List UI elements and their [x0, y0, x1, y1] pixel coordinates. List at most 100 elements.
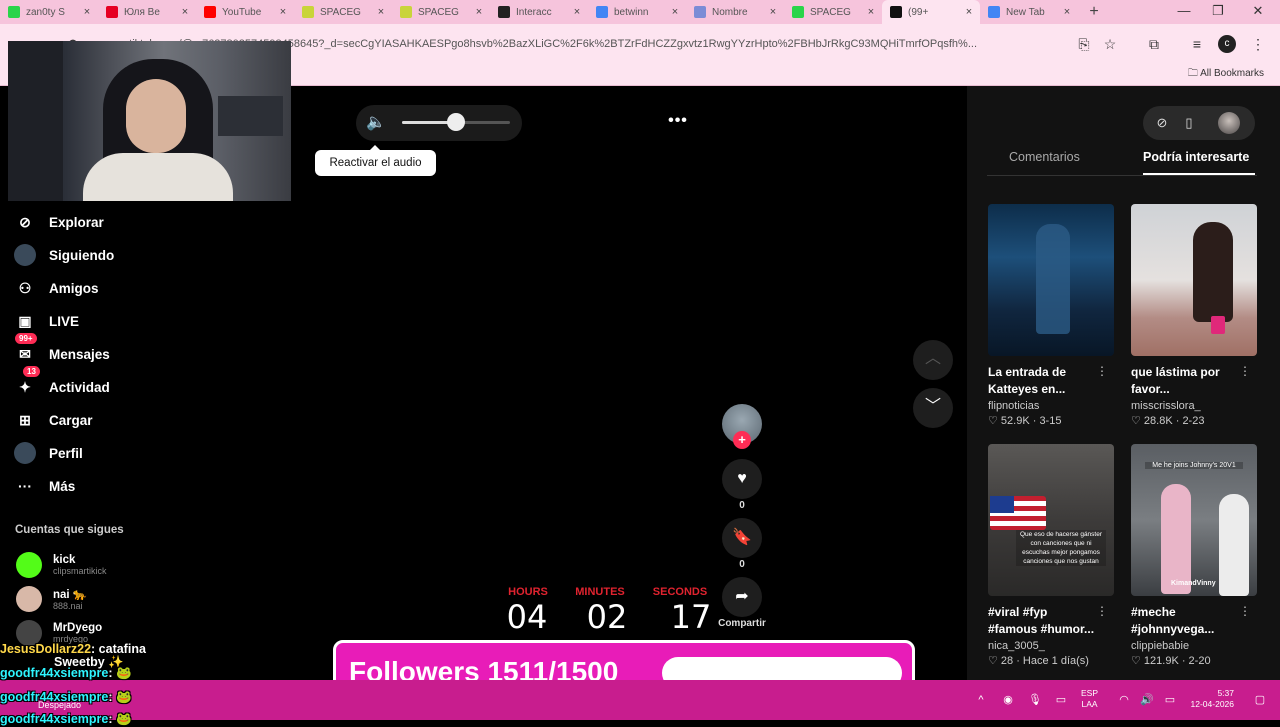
browser-tab[interactable]: Юля Ве ×: [98, 0, 196, 24]
browser-tab[interactable]: Interacc ×: [490, 0, 588, 24]
sidebar-item-perfil[interactable]: ● Perfil: [14, 440, 83, 466]
battery-icon[interactable]: ▭: [1162, 690, 1178, 710]
sidebar-item-cargar[interactable]: ⊞ Cargar: [14, 407, 92, 433]
browser-tab[interactable]: SPACEG ×: [392, 0, 490, 24]
language-indicator[interactable]: ESP LAA: [1081, 688, 1098, 710]
close-tab-icon[interactable]: ×: [668, 6, 682, 18]
browser-tab[interactable]: New Tab ×: [980, 0, 1078, 24]
close-tab-icon[interactable]: ×: [1060, 6, 1074, 18]
account-avatar: [16, 586, 42, 612]
video-card[interactable]: Me he joins Johnny's 20V1 KimandVinny #mec…: [1131, 444, 1257, 667]
video-thumbnail[interactable]: [988, 204, 1114, 356]
tray-app-icon[interactable]: ◉: [1000, 690, 1016, 710]
like-button[interactable]: ♥: [722, 459, 762, 499]
countdown-hours-label: HOURS: [508, 586, 548, 598]
install-app-icon[interactable]: ⎘: [1074, 34, 1094, 54]
volume-icon[interactable]: 🔈: [366, 112, 386, 132]
explore-icon[interactable]: ⊘: [1152, 113, 1172, 133]
tab-divider: [987, 175, 1257, 176]
browser-tab[interactable]: (99+ ×: [882, 0, 980, 24]
sidebar-item-ms[interactable]: ··· Más: [14, 473, 75, 499]
share-button[interactable]: ➦: [722, 577, 762, 617]
follow-plus-button[interactable]: +: [733, 431, 751, 449]
card-menu-icon[interactable]: ⋮: [1096, 604, 1108, 618]
webcam-overlay: [8, 41, 291, 201]
close-window-button[interactable]: ✕: [1240, 0, 1276, 24]
restore-button[interactable]: ❐: [1200, 0, 1236, 24]
profile-avatar-icon[interactable]: c: [1218, 35, 1236, 53]
video-thumbnail[interactable]: Que eso de hacerse gánster con canciones…: [988, 444, 1114, 596]
close-tab-icon[interactable]: ×: [178, 6, 192, 18]
countdown-seconds-label: SECONDS: [652, 586, 708, 598]
card-menu-icon[interactable]: ⋮: [1239, 364, 1251, 378]
close-tab-icon[interactable]: ×: [766, 6, 780, 18]
tab-favicon-icon: [596, 6, 608, 18]
tab-podria-interesarte[interactable]: Podría interesarte: [1143, 150, 1249, 170]
sidebar-item-label: Amigos: [49, 280, 99, 296]
sidebar-item-live[interactable]: ▣ LIVE: [14, 308, 79, 334]
save-count: 0: [739, 559, 745, 570]
sidebar-item-actividad[interactable]: ✦ Actividad 13: [14, 366, 110, 400]
followed-account[interactable]: kick clipsmartikick: [16, 550, 107, 580]
speaker-icon[interactable]: 🔊: [1139, 690, 1155, 710]
active-tab-indicator: [1143, 173, 1255, 175]
browser-menu-icon[interactable]: ⋮: [1248, 34, 1268, 54]
sidebar-item-amigos[interactable]: ⚇ Amigos: [14, 275, 99, 301]
browser-tab[interactable]: SPACEG ×: [294, 0, 392, 24]
browser-tab[interactable]: betwinn ×: [588, 0, 686, 24]
close-tab-icon[interactable]: ×: [472, 6, 486, 18]
user-avatar[interactable]: [1218, 112, 1240, 134]
chat-text: : 🐸: [108, 666, 132, 680]
microphone-icon[interactable]: 🎙: [1027, 690, 1043, 710]
volume-slider-knob[interactable]: [447, 113, 465, 131]
close-tab-icon[interactable]: ×: [864, 6, 878, 18]
video-thumbnail[interactable]: Me he joins Johnny's 20V1 KimandVinny: [1131, 444, 1257, 596]
taskbar-clock[interactable]: 5:37 12-04-2026: [1186, 688, 1234, 710]
tab-title: betwinn: [614, 6, 649, 18]
browser-tab[interactable]: SPACEG ×: [784, 0, 882, 24]
extensions-icon[interactable]: ⧉: [1144, 34, 1164, 54]
save-button[interactable]: 🔖: [722, 518, 762, 558]
browser-tab[interactable]: Nombre ×: [686, 0, 784, 24]
browser-tab[interactable]: YouTube ×: [196, 0, 294, 24]
wifi-icon[interactable]: ◠: [1116, 690, 1132, 710]
more-options-button[interactable]: •••: [666, 112, 690, 132]
chat-text: : 🐸: [108, 712, 132, 726]
device-icon[interactable]: ▯: [1179, 113, 1199, 133]
close-tab-icon[interactable]: ×: [374, 6, 388, 18]
countdown-minutes-label: MINUTES: [575, 586, 625, 598]
sidebar-item-mensajes[interactable]: ✉ Mensajes 99+: [14, 333, 110, 367]
sidebar-item-siguiendo[interactable]: ● Siguiendo: [14, 242, 114, 268]
close-tab-icon[interactable]: ×: [570, 6, 584, 18]
browser-tab[interactable]: zan0ty S ×: [0, 0, 98, 24]
all-bookmarks-button[interactable]: 🗀 All Bookmarks: [1188, 64, 1264, 84]
video-thumbnail[interactable]: [1131, 204, 1257, 356]
video-card[interactable]: que lástima por favor... ⋮ misscrisslora_ ♡…: [1131, 204, 1257, 427]
tray-chevron-icon[interactable]: ^: [974, 690, 988, 710]
video-card[interactable]: Que eso de hacerse gánster con canciones…: [988, 444, 1114, 667]
previous-video-button[interactable]: ︿: [913, 340, 953, 380]
thumbnail-caption: Que eso de hacerse gánster con canciones…: [1016, 530, 1106, 566]
video-stats: ♡ 28 · Hace 1 día(s): [988, 655, 1089, 667]
tab-comentarios[interactable]: Comentarios: [1009, 150, 1080, 170]
media-controls-icon[interactable]: ≡: [1187, 34, 1207, 54]
followed-account[interactable]: nai 🐆 888.nai: [16, 584, 87, 614]
sidebar-item-explorar[interactable]: ⊘ Explorar: [14, 209, 104, 235]
folder-icon: 🗀: [1187, 68, 1201, 79]
card-menu-icon[interactable]: ⋮: [1096, 364, 1108, 378]
close-tab-icon[interactable]: ×: [962, 6, 976, 18]
next-video-button[interactable]: ﹀: [913, 388, 953, 428]
notifications-icon[interactable]: ▢: [1252, 690, 1268, 710]
tab-favicon-icon: [890, 6, 902, 18]
minimize-button[interactable]: —: [1166, 0, 1202, 24]
close-tab-icon[interactable]: ×: [80, 6, 94, 18]
chat-text: : 🐸: [108, 690, 132, 704]
display-icon[interactable]: ▭: [1052, 690, 1070, 710]
video-card[interactable]: La entrada de Katteyes en... ⋮ flipnoticia…: [988, 204, 1114, 427]
close-tab-icon[interactable]: ×: [276, 6, 290, 18]
tab-favicon-icon: [106, 6, 118, 18]
account-name: nai 🐆: [53, 589, 88, 601]
bookmark-star-icon[interactable]: ☆: [1100, 34, 1120, 54]
new-tab-button[interactable]: +: [1084, 3, 1104, 21]
card-menu-icon[interactable]: ⋮: [1239, 604, 1251, 618]
